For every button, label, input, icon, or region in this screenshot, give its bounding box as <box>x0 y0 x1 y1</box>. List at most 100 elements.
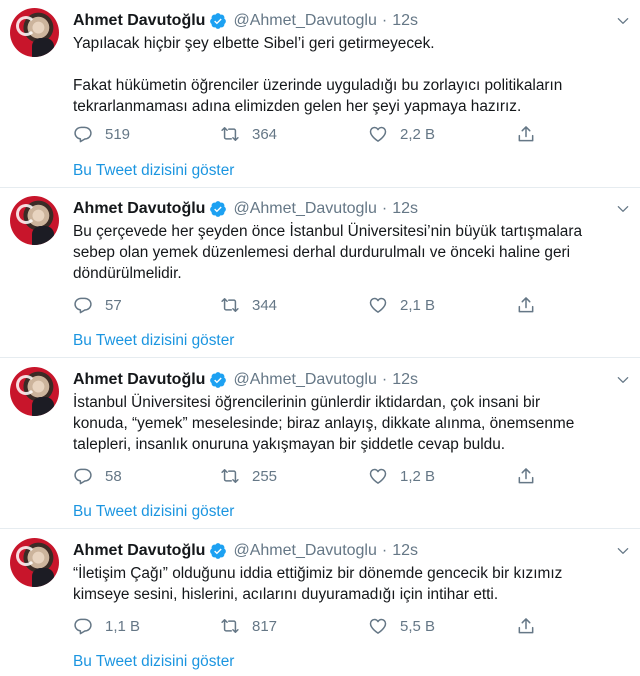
tweet-text-line: “İletişim Çağı” olduğunu iddia ettiğimiz… <box>73 565 563 582</box>
like-button[interactable]: 2,1 B <box>368 294 435 316</box>
retweet-count: 364 <box>252 125 278 143</box>
share-button[interactable] <box>516 615 536 637</box>
author-name[interactable]: Ahmet Davutoğlu <box>73 200 205 218</box>
tweet[interactable]: Ahmet Davutoğlu @Ahmet_Davutoglu · 12s Y… <box>0 8 640 186</box>
like-count: 2,1 B <box>400 296 436 314</box>
reply-button[interactable]: 1,1 B <box>73 615 140 637</box>
avatar[interactable] <box>10 196 59 245</box>
author-name[interactable]: Ahmet Davutoğlu <box>73 542 205 560</box>
retweet-button[interactable]: 817 <box>220 615 277 637</box>
chevron-down-icon[interactable] <box>616 373 630 387</box>
verified-badge-icon <box>210 13 227 29</box>
share-icon <box>518 297 534 313</box>
like-button[interactable]: 2,2 B <box>368 123 435 145</box>
verified-badge-icon <box>210 372 227 388</box>
show-thread-link[interactable]: Bu Tweet dizisini göster <box>73 332 234 350</box>
like-button[interactable]: 5,5 B <box>368 615 435 637</box>
reply-count: 519 <box>105 125 131 143</box>
share-button[interactable] <box>516 294 536 316</box>
timestamp[interactable]: 12s <box>392 371 418 389</box>
like-icon <box>369 468 387 484</box>
tweet-text-line <box>73 54 633 75</box>
reply-count: 57 <box>105 296 122 314</box>
tweet-text-line: talepleri, insanlık onuruna yakışmayan b… <box>73 436 506 453</box>
retweet-button[interactable]: 344 <box>220 294 277 316</box>
separator-dot: · <box>381 12 388 29</box>
retweet-count: 255 <box>252 467 278 485</box>
chevron-down-icon[interactable] <box>616 202 630 216</box>
tweet-text: Bu çerçevede her şeyden önce İstanbul Ün… <box>73 221 633 284</box>
tweet-text-line: Yapılacak hiçbir şey elbette Sibel’i ger… <box>73 35 435 52</box>
reply-icon <box>74 618 92 635</box>
retweet-button[interactable]: 364 <box>220 123 277 145</box>
like-count: 5,5 B <box>400 617 436 635</box>
tweet[interactable]: Ahmet Davutoğlu @Ahmet_Davutoglu · 12s “… <box>0 538 640 676</box>
tweet-text: Yapılacak hiçbir şey elbette Sibel’i ger… <box>73 33 633 117</box>
retweet-icon <box>221 298 239 312</box>
share-button[interactable] <box>516 123 536 145</box>
tweet-text-line: Bu çerçevede her şeyden önce İstanbul Ün… <box>73 223 583 240</box>
show-thread-link[interactable]: Bu Tweet dizisini göster <box>73 653 234 671</box>
reply-icon <box>74 468 92 485</box>
avatar[interactable] <box>10 367 59 416</box>
like-button[interactable]: 1,2 B <box>368 465 435 487</box>
author-handle[interactable]: @Ahmet_Davutoglu <box>233 542 376 560</box>
author-name[interactable]: Ahmet Davutoğlu <box>73 12 205 30</box>
timestamp[interactable]: 12s <box>392 200 418 218</box>
retweet-icon <box>221 619 239 633</box>
author-handle[interactable]: @Ahmet_Davutoglu <box>233 371 376 389</box>
share-icon <box>518 618 534 634</box>
verified-badge-icon <box>210 201 227 217</box>
reply-count: 58 <box>105 467 122 485</box>
divider <box>0 528 640 529</box>
reply-count: 1,1 B <box>105 617 141 635</box>
like-icon <box>369 126 387 142</box>
tweet-header: Ahmet Davutoğlu @Ahmet_Davutoglu · 12s <box>73 198 418 220</box>
like-icon <box>369 618 387 634</box>
tweet-header: Ahmet Davutoğlu @Ahmet_Davutoglu · 12s <box>73 10 418 32</box>
tweet[interactable]: Ahmet Davutoğlu @Ahmet_Davutoglu · 12s İ… <box>0 367 640 527</box>
reply-button[interactable]: 57 <box>73 294 122 316</box>
tweet-header: Ahmet Davutoğlu @Ahmet_Davutoglu · 12s <box>73 540 418 562</box>
tweet-text: “İletişim Çağı” olduğunu iddia ettiğimiz… <box>73 563 633 605</box>
tweet-header: Ahmet Davutoğlu @Ahmet_Davutoglu · 12s <box>73 369 418 391</box>
tweet-actions: 57 344 2,1 B <box>73 294 573 316</box>
tweet-text: İstanbul Üniversitesi öğrencilerinin gün… <box>73 392 633 455</box>
tweet-text-line: kimseye sesini, hislerini, acılarını duy… <box>73 586 499 603</box>
tweet-text-line: tekrarlanmaması adına elimizden gelen he… <box>73 98 522 115</box>
reply-button[interactable]: 58 <box>73 465 122 487</box>
divider <box>0 187 640 188</box>
retweet-count: 817 <box>252 617 278 635</box>
tweet-text-line: Fakat hükümetin öğrenciler üzerinde uygu… <box>73 77 563 94</box>
share-icon <box>518 126 534 142</box>
like-count: 1,2 B <box>400 467 436 485</box>
retweet-icon <box>221 127 239 141</box>
verified-badge-icon <box>210 543 227 559</box>
share-button[interactable] <box>516 465 536 487</box>
retweet-count: 344 <box>252 296 278 314</box>
separator-dot: · <box>381 200 388 217</box>
like-icon <box>369 297 387 313</box>
timestamp[interactable]: 12s <box>392 542 418 560</box>
chevron-down-icon[interactable] <box>616 544 630 558</box>
avatar[interactable] <box>10 8 59 57</box>
retweet-button[interactable]: 255 <box>220 465 277 487</box>
author-handle[interactable]: @Ahmet_Davutoglu <box>233 200 376 218</box>
retweet-icon <box>221 469 239 483</box>
chevron-down-icon[interactable] <box>616 14 630 28</box>
separator-dot: · <box>381 542 388 559</box>
tweet-actions: 519 364 2,2 B <box>73 123 573 145</box>
reply-icon <box>74 297 92 314</box>
share-icon <box>518 468 534 484</box>
tweet-text-line: döndürülmelidir. <box>73 265 182 282</box>
tweet[interactable]: Ahmet Davutoğlu @Ahmet_Davutoglu · 12s B… <box>0 196 640 356</box>
show-thread-link[interactable]: Bu Tweet dizisini göster <box>73 503 234 521</box>
separator-dot: · <box>381 371 388 388</box>
show-thread-link[interactable]: Bu Tweet dizisini göster <box>73 162 234 180</box>
reply-button[interactable]: 519 <box>73 123 130 145</box>
avatar[interactable] <box>10 538 59 587</box>
divider <box>0 357 640 358</box>
author-name[interactable]: Ahmet Davutoğlu <box>73 371 205 389</box>
timestamp[interactable]: 12s <box>392 12 418 30</box>
author-handle[interactable]: @Ahmet_Davutoglu <box>233 12 376 30</box>
